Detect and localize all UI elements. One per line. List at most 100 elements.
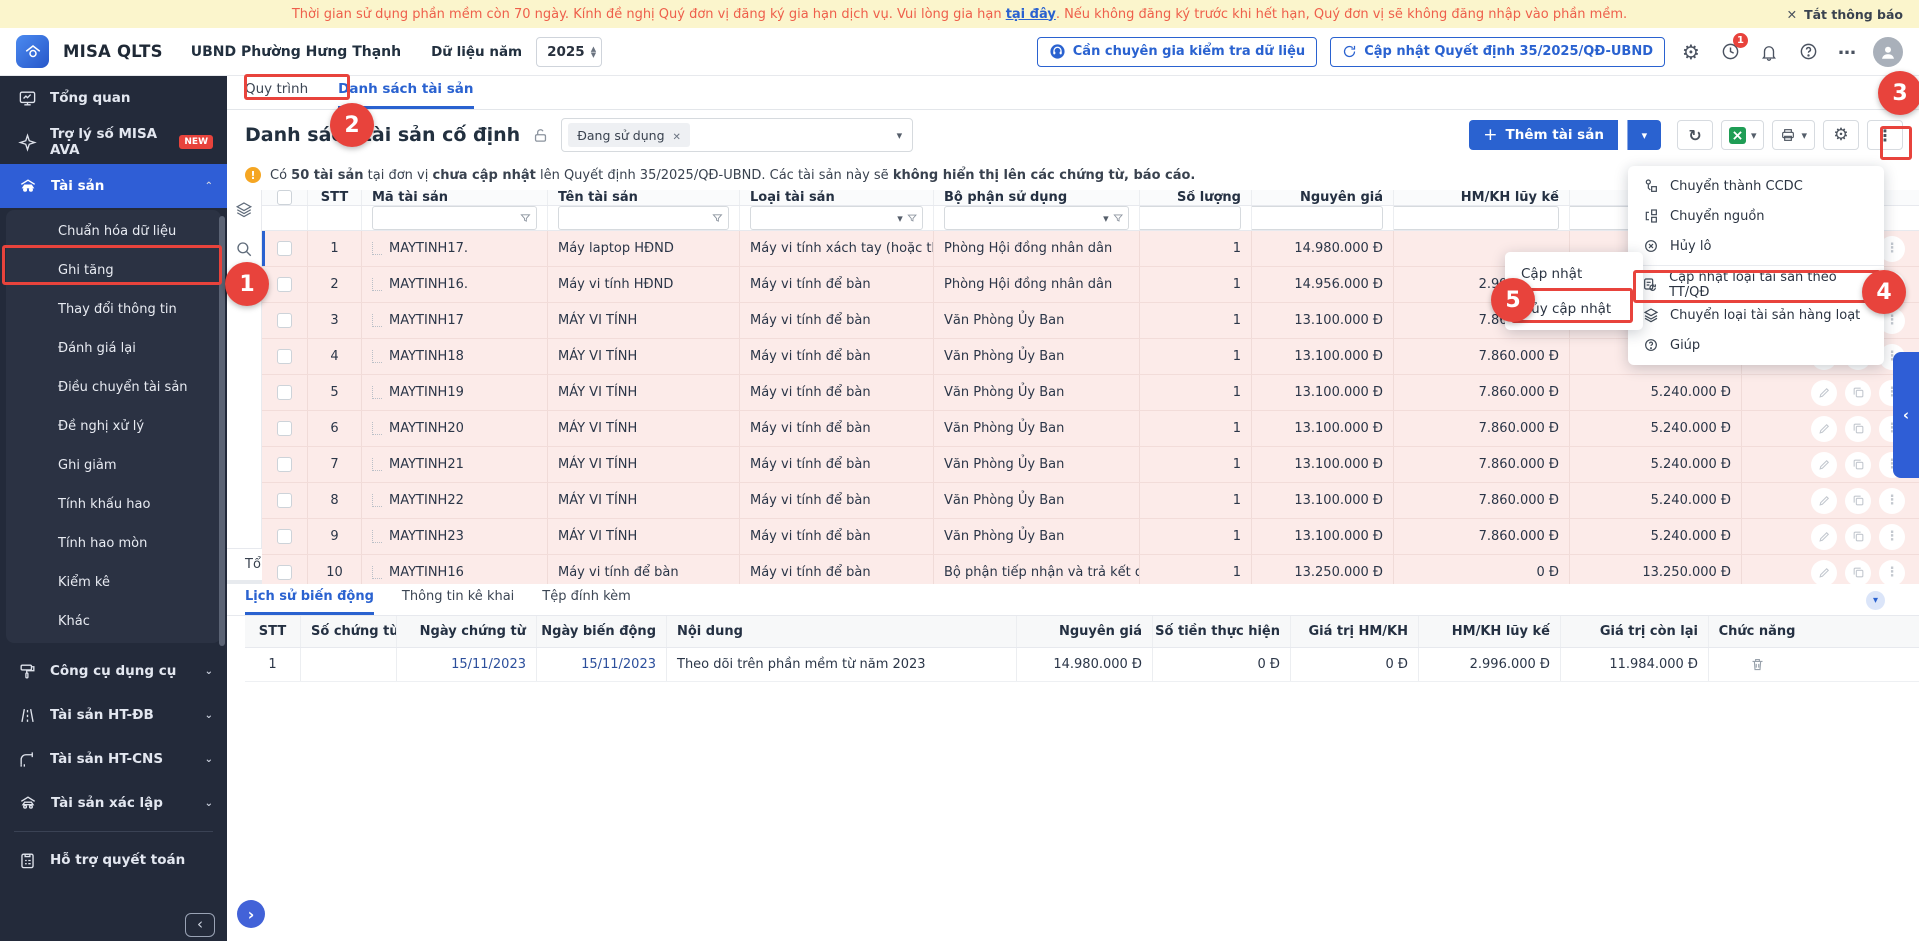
renew-link[interactable]: tại đây	[1006, 7, 1056, 22]
table-settings-button[interactable]	[1823, 120, 1859, 150]
edit-icon[interactable]	[1811, 524, 1837, 550]
row-checkbox[interactable]	[277, 277, 292, 292]
sidebar-subitem[interactable]: Thay đổi thông tin	[6, 290, 221, 329]
edit-icon[interactable]	[1811, 416, 1837, 442]
chevron-down-icon[interactable]	[1103, 211, 1109, 226]
add-asset-button[interactable]: Thêm tài sản	[1469, 120, 1618, 150]
sidebar-item-assistant[interactable]: Trợ lý số MISA AVA NEW	[0, 120, 227, 164]
trash-icon[interactable]	[1750, 657, 1765, 672]
spinner-arrows-icon[interactable]	[591, 46, 596, 58]
row-checkbox[interactable]	[277, 349, 292, 364]
row-menu-icon[interactable]	[1879, 560, 1905, 586]
edit-icon[interactable]	[1811, 380, 1837, 406]
row-menu-icon[interactable]	[1879, 488, 1905, 514]
duplicate-icon[interactable]	[1845, 524, 1871, 550]
sidebar-subitem[interactable]: Khác	[6, 602, 221, 641]
settings-icon[interactable]	[1678, 39, 1704, 65]
row-checkbox[interactable]	[277, 385, 292, 400]
tab-history[interactable]: Lịch sử biến động	[245, 589, 374, 615]
filter-code-input[interactable]	[378, 211, 516, 225]
filter-type-input[interactable]	[756, 211, 893, 225]
side-panel-toggle[interactable]	[1893, 352, 1919, 478]
history-icon[interactable]: 1	[1717, 39, 1743, 65]
submenu-item-cancel-update[interactable]: Hủy cập nhật	[1505, 291, 1643, 326]
funnel-icon[interactable]	[712, 212, 723, 224]
row-checkbox[interactable]	[277, 457, 292, 472]
funnel-icon[interactable]	[1113, 212, 1123, 224]
sidebar-item-assets[interactable]: Tài sản ⌃	[0, 164, 227, 208]
row-menu-icon[interactable]	[1879, 524, 1905, 550]
detail-row[interactable]: 1 15/11/2023 15/11/2023 Theo dõi trên ph…	[245, 648, 1919, 682]
row-checkbox[interactable]	[277, 493, 292, 508]
filter-chip[interactable]: Đang sử dụng	[568, 123, 690, 147]
update-decision-button[interactable]: Cập nhật Quyết định 35/2025/QĐ-UBND	[1330, 37, 1665, 67]
table-row[interactable]: 7 MAYTINH21 MÁY VI TÍNH Máy vi tính để b…	[262, 447, 1919, 483]
duplicate-icon[interactable]	[1845, 380, 1871, 406]
chevron-down-icon[interactable]	[897, 211, 903, 226]
sidebar-subitem[interactable]: Tính hao mòn	[6, 524, 221, 563]
sidebar-item-settlement[interactable]: Hỗ trợ quyết toán	[0, 838, 227, 882]
submenu-item-update[interactable]: Cập nhật	[1505, 256, 1643, 291]
sidebar-item-ht-cns[interactable]: Tài sản HT-CNS⌄	[0, 737, 227, 781]
menu-item-convert-ccdc[interactable]: Chuyển thành CCDC	[1628, 171, 1884, 201]
sidebar-subitem[interactable]: Ghi tăng	[6, 251, 221, 290]
more-actions-button[interactable]	[1867, 120, 1903, 150]
sidebar-scrollbar[interactable]	[219, 216, 225, 646]
search-icon[interactable]	[235, 240, 253, 258]
misa-logo[interactable]	[16, 35, 49, 68]
sidebar-item-established[interactable]: Tài sản xác lập⌄	[0, 781, 227, 825]
menu-item-help[interactable]: Giúp	[1628, 330, 1884, 360]
table-row[interactable]: 6 MAYTINH20 MÁY VI TÍNH Máy vi tính để b…	[262, 411, 1919, 447]
sidebar-collapse-button[interactable]	[185, 913, 215, 937]
table-row[interactable]: 8 MAYTINH22 MÁY VI TÍNH Máy vi tính để b…	[262, 483, 1919, 519]
duplicate-icon[interactable]	[1845, 560, 1871, 586]
edit-icon[interactable]	[1811, 452, 1837, 478]
help-icon[interactable]	[1795, 39, 1821, 65]
tab-asset-list[interactable]: Danh sách tài sản	[338, 81, 473, 109]
row-checkbox[interactable]	[277, 565, 292, 580]
refresh-button[interactable]	[1677, 120, 1713, 150]
funnel-icon[interactable]	[907, 212, 917, 224]
sidebar-subitem[interactable]: Đánh giá lại	[6, 329, 221, 368]
row-checkbox[interactable]	[277, 241, 292, 256]
filter-dept-input[interactable]	[950, 211, 1099, 225]
remove-chip-icon[interactable]	[673, 128, 681, 143]
expert-check-button[interactable]: Cần chuyên gia kiểm tra dữ liệu	[1037, 37, 1317, 67]
sidebar-item-tools[interactable]: Công cụ dụng cụ⌄	[0, 649, 227, 693]
sidebar-subitem[interactable]: Chuẩn hóa dữ liệu	[6, 212, 221, 251]
row-checkbox[interactable]	[277, 529, 292, 544]
filter-dep-input[interactable]	[1394, 211, 1558, 226]
sidebar-item-ht-db[interactable]: Tài sản HT-ĐB⌄	[0, 693, 227, 737]
sidebar-subitem[interactable]: Tính khấu hao	[6, 485, 221, 524]
dismiss-banner-button[interactable]: Tắt thông báo	[1787, 0, 1903, 28]
sidebar-subitem[interactable]: Đề nghị xử lý	[6, 407, 221, 446]
edit-icon[interactable]	[1811, 560, 1837, 586]
year-spinner[interactable]: 2025	[536, 37, 602, 67]
duplicate-icon[interactable]	[1845, 416, 1871, 442]
sidebar-subitem[interactable]: Kiểm kê	[6, 563, 221, 602]
menu-item-cancel-batch[interactable]: Hủy lô	[1628, 231, 1884, 261]
filter-cost-input[interactable]	[1252, 211, 1382, 226]
sidebar-subitem[interactable]: Điều chuyển tài sản	[6, 368, 221, 407]
expand-strip-button[interactable]	[237, 900, 265, 928]
print-button[interactable]	[1772, 120, 1815, 150]
more-apps-icon[interactable]	[1834, 39, 1860, 65]
avatar[interactable]	[1873, 37, 1903, 67]
sidebar-subitem[interactable]: Ghi giảm	[6, 446, 221, 485]
export-excel-button[interactable]	[1721, 120, 1765, 150]
add-asset-dropdown[interactable]	[1627, 120, 1661, 150]
row-checkbox[interactable]	[277, 421, 292, 436]
edit-icon[interactable]	[1811, 488, 1837, 514]
filter-name-input[interactable]	[564, 211, 708, 225]
menu-item-convert-source[interactable]: Chuyển nguồn	[1628, 201, 1884, 231]
duplicate-icon[interactable]	[1845, 452, 1871, 478]
tab-declaration[interactable]: Thông tin kê khai	[402, 589, 514, 615]
status-filter-combobox[interactable]: Đang sử dụng	[561, 118, 913, 152]
tab-attachments[interactable]: Tệp đính kèm	[542, 589, 631, 615]
lock-icon[interactable]	[532, 127, 549, 144]
menu-item-bulk-convert-type[interactable]: Chuyển loại tài sản hàng loạt	[1628, 300, 1884, 330]
collapse-detail-button[interactable]	[1866, 591, 1885, 610]
menu-item-update-asset-type[interactable]: Cập nhật loại tài sản theo TT/QĐ	[1628, 270, 1884, 300]
sidebar-item-overview[interactable]: Tổng quan	[0, 76, 227, 120]
select-all-checkbox[interactable]	[277, 190, 292, 205]
